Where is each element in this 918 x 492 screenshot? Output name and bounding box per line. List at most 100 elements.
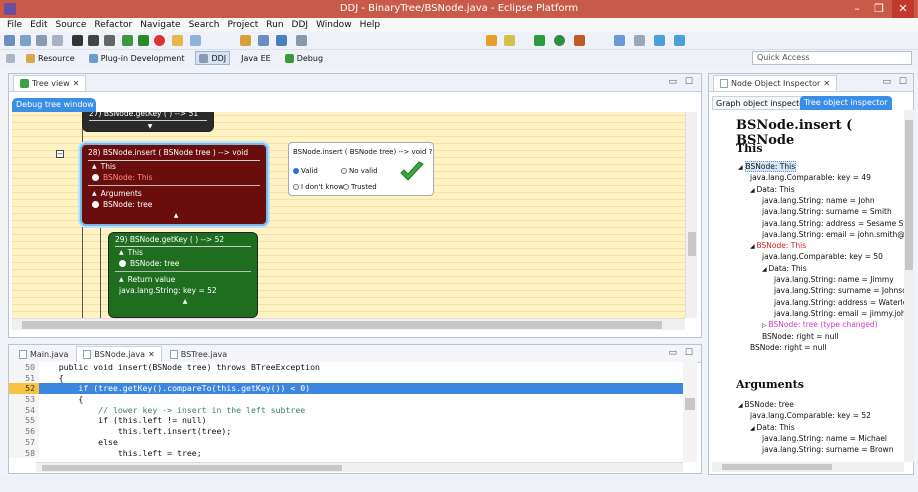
minimize-button[interactable]: – [846,0,868,18]
layout-icon[interactable] [296,35,307,46]
collapse-toggle[interactable]: − [56,150,64,158]
check-all-icon[interactable] [138,35,149,46]
menu-source[interactable]: Source [53,18,90,32]
build-icon[interactable] [258,35,269,46]
tab-bsnode-java[interactable]: BSNode.java ✕ [76,346,162,362]
inspector-tree-item[interactable]: java.lang.String: surname = Johnson [774,286,904,296]
tab-bstree-java[interactable]: BSTree.java [164,346,233,362]
inspector-vertical-scrollbar[interactable] [904,110,914,462]
debug-tree-canvas[interactable]: 27) BSNode.getKey ( ) --> 51 ▼ − 28) BSN… [12,112,685,318]
editor-vertical-scrollbar[interactable] [683,362,697,462]
expand-arrow-icon[interactable]: ◢ [738,164,745,171]
inspector-tree-item[interactable]: java.lang.Comparable: key = 50 [762,252,883,262]
inspector-tree-item[interactable]: ◢ Data: This [762,264,807,275]
debug-tree-window-tab[interactable]: Debug tree window [12,98,96,112]
tab-tree-view[interactable]: Tree view ✕ [13,75,87,91]
menu-window[interactable]: Window [313,18,355,32]
back-icon[interactable] [654,35,665,46]
expand-icon[interactable]: ▼ [89,121,207,132]
inspector-tree-item[interactable]: java.lang.String: email = john.smith@tes [762,230,904,240]
inspector-tree-item[interactable]: BSNode: right = null [750,343,827,353]
export-icon[interactable] [276,35,287,46]
expand-icon[interactable]: ▲ [88,210,260,221]
menu-file[interactable]: File [4,18,25,32]
tab-graph-object-inspector[interactable]: Graph object inspector [712,96,812,110]
minimize-view-button[interactable]: ▭ [668,77,677,87]
run-icon[interactable] [554,35,565,46]
tree-vertical-scrollbar[interactable] [685,112,697,318]
inspector-tree-item[interactable]: java.lang.String: address = Waterloo [774,298,904,308]
inspector-tree-item[interactable]: java.lang.String: name = John [762,196,875,206]
node-value-row[interactable]: java.lang.String: key = 52 [115,285,251,296]
inspector-tree-item[interactable]: java.lang.Comparable: key = 49 [750,173,871,183]
menu-refactor[interactable]: Refactor [91,18,135,32]
save-all-icon[interactable] [36,35,47,46]
forward-icon[interactable] [674,35,685,46]
inspector-tree-item[interactable]: ◢ Data: This [750,423,795,434]
open-resource-icon[interactable] [504,35,515,46]
menu-ddj[interactable]: DDJ [289,18,312,32]
inspector-tree-item[interactable]: java.lang.String: email = jimmy.john [774,309,904,319]
tree-node-28[interactable]: 28) BSNode.insert ( BSNode tree ) --> vo… [80,143,268,226]
print-icon[interactable] [52,35,63,46]
inspector-tree-item[interactable]: java.lang.String: name = Jimmy [774,275,894,285]
menu-run[interactable]: Run [263,18,286,32]
radio-dont-know[interactable]: I don't know [293,183,344,191]
open-type-icon[interactable] [486,35,497,46]
expand-icon[interactable]: ▲ [115,296,251,307]
stop-icon[interactable] [154,35,165,46]
radio-trusted[interactable]: Trusted [343,183,377,191]
folder-icon[interactable] [172,35,183,46]
debug-step-icon[interactable] [72,35,83,46]
collapse-icon[interactable]: ▲ [92,188,97,199]
tree-node-29[interactable]: 29) BSNode.getKey ( ) --> 52 ▲ This BSNod… [108,232,258,318]
close-button[interactable]: ✕ [892,0,914,18]
inspector-tree-item[interactable]: java.lang.String: name = Michael [762,434,887,444]
minimize-view-button[interactable]: ▭ [882,77,891,87]
perspective-debug[interactable]: Debug [282,51,326,65]
package-icon[interactable] [240,35,251,46]
node-value-row[interactable]: BSNode: tree [88,199,260,210]
minimize-view-button[interactable]: ▭ [668,348,677,358]
refresh-icon[interactable] [190,35,201,46]
menu-help[interactable]: Help [357,18,384,32]
new-icon[interactable] [4,35,15,46]
inspector-tree-item[interactable]: ◢ Data: This [750,185,795,196]
menu-search[interactable]: Search [186,18,223,32]
inspector-tree[interactable]: BSNode.insert ( BSNode This ◢ BSNode: Th… [712,110,904,462]
inspector-tree-item[interactable]: java.lang.String: surname = Brown [762,445,893,455]
collapse-icon[interactable]: ▲ [92,161,97,172]
quick-access-input[interactable]: Quick Access [752,51,912,65]
editor-horizontal-scrollbar[interactable] [36,462,683,472]
annotation-icon[interactable] [634,35,645,46]
tree-horizontal-scrollbar[interactable] [12,318,685,330]
inspector-horizontal-scrollbar[interactable] [712,462,904,472]
node-value-row[interactable]: BSNode: This [88,172,260,183]
inspector-tree-item[interactable]: java.lang.String: surname = Smith [762,207,892,217]
code-editor[interactable]: 50 public void insert(BSNode tree) throw… [9,362,683,462]
maximize-view-button[interactable]: ☐ [685,348,693,358]
inspector-tree-item[interactable]: ◢ BSNode: This [750,241,806,252]
save-icon[interactable] [20,35,31,46]
inspector-tree-item[interactable]: ◢ BSNode: This [738,161,797,173]
radio-valid[interactable]: Valid [293,167,318,175]
radio-no-valid[interactable]: No valid [341,167,378,175]
close-icon[interactable]: ✕ [73,76,80,91]
inspector-tree-item[interactable]: ▷ BSNode: tree (type changed) [762,320,878,331]
collapse-icon[interactable]: ▲ [119,274,124,285]
menu-project[interactable]: Project [224,18,261,32]
checkmark-icon[interactable] [399,161,425,183]
debug-step-return-icon[interactable] [104,35,115,46]
tab-main-java[interactable]: Main.java [13,346,74,362]
maximize-view-button[interactable]: ☐ [899,77,907,87]
inspector-tree-item[interactable]: java.lang.Comparable: key = 52 [750,411,871,421]
perspective-plugin[interactable]: Plug-in Development [86,51,188,65]
tab-node-object-inspector[interactable]: Node Object Inspector ✕ [713,75,838,91]
inspector-tree-item[interactable]: java.lang.String: address = Sesame Stree [762,219,904,229]
node-value-row[interactable]: BSNode: tree [115,258,251,269]
inspector-tree-item[interactable]: BSNode: right = null [762,332,839,342]
open-perspective-icon[interactable] [6,53,15,63]
collapse-icon[interactable]: ▲ [119,247,124,258]
maximize-button[interactable]: ❐ [868,0,890,18]
debug-icon[interactable] [534,35,545,46]
